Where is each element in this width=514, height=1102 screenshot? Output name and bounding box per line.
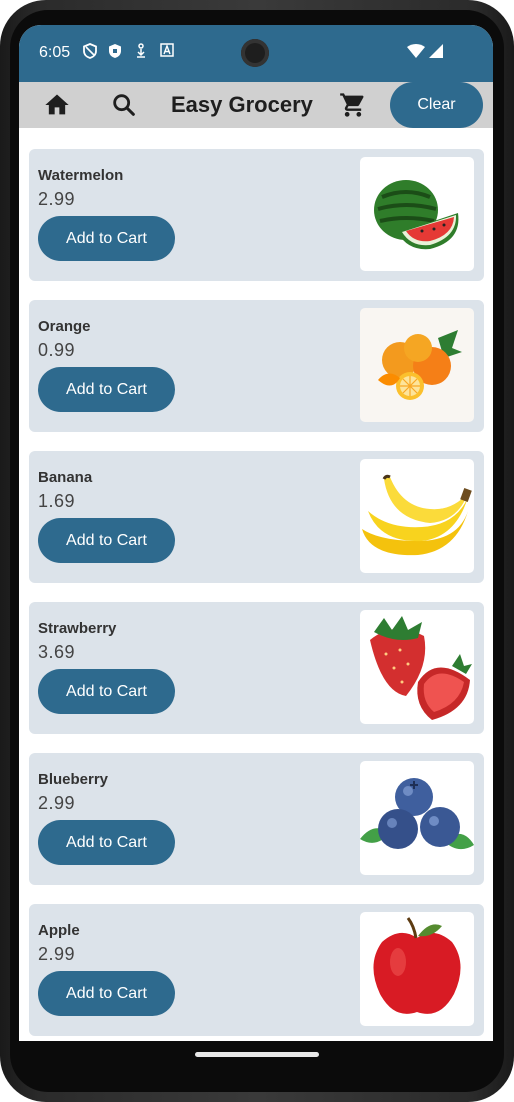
cart-icon[interactable] [339,91,367,119]
download-icon [135,43,147,64]
status-bar: 6:05 [19,25,493,82]
product-card-banana: Banana 1.69 Add to Cart [29,451,484,583]
product-name: Watermelon [38,167,124,184]
search-icon[interactable] [110,91,138,119]
add-to-cart-button[interactable]: Add to Cart [38,216,175,261]
add-to-cart-button[interactable]: Add to Cart [38,820,175,865]
banana-image [360,459,474,573]
clear-button[interactable]: Clear [390,82,483,128]
product-price: 1.69 [38,491,76,511]
add-to-cart-button[interactable]: Add to Cart [38,518,175,563]
product-price: 2.99 [38,793,76,813]
product-card-watermelon: Watermelon 2.99 Add to Cart [29,149,484,281]
product-price: 2.99 [38,189,76,209]
home-icon[interactable] [43,91,71,119]
product-price: 2.99 [38,944,76,964]
product-name: Blueberry [38,771,109,788]
watermelon-image [360,157,474,271]
add-to-cart-button[interactable]: Add to Cart [38,367,175,412]
app-screen: 6:05 Easy Grocery Clear Watermelon 2.99 … [19,25,493,1041]
blueberry-image [360,761,474,875]
front-camera [241,39,269,67]
status-time: 6:05 [39,44,71,61]
product-list: Watermelon 2.99 Add to Cart Orange 0.99 … [29,149,484,1041]
shield-icon [108,43,122,64]
apple-image [360,912,474,1026]
product-card-strawberry: Strawberry 3.69 Add to Cart [29,602,484,734]
signal-icon [429,44,443,63]
product-price: 0.99 [38,340,76,360]
product-card-orange: Orange 0.99 Add to Cart [29,300,484,432]
home-gesture-pill[interactable] [195,1052,319,1057]
wifi-icon [407,44,425,63]
product-card-blueberry: Blueberry 2.99 Add to Cart [29,753,484,885]
navigation-bar [19,1041,493,1071]
add-to-cart-button[interactable]: Add to Cart [38,669,175,714]
shield-outline-icon [83,43,97,64]
strawberry-image [360,610,474,724]
orange-image [360,308,474,422]
product-name: Orange [38,318,91,335]
product-price: 3.69 [38,642,76,662]
product-name: Banana [38,469,93,486]
product-name: Strawberry [38,620,117,637]
add-to-cart-button[interactable]: Add to Cart [38,971,175,1016]
app-title: Easy Grocery [171,92,313,117]
font-a-icon [160,43,174,62]
product-card-apple: Apple 2.99 Add to Cart [29,904,484,1036]
product-name: Apple [38,922,80,939]
app-bar: Easy Grocery Clear [19,82,493,128]
